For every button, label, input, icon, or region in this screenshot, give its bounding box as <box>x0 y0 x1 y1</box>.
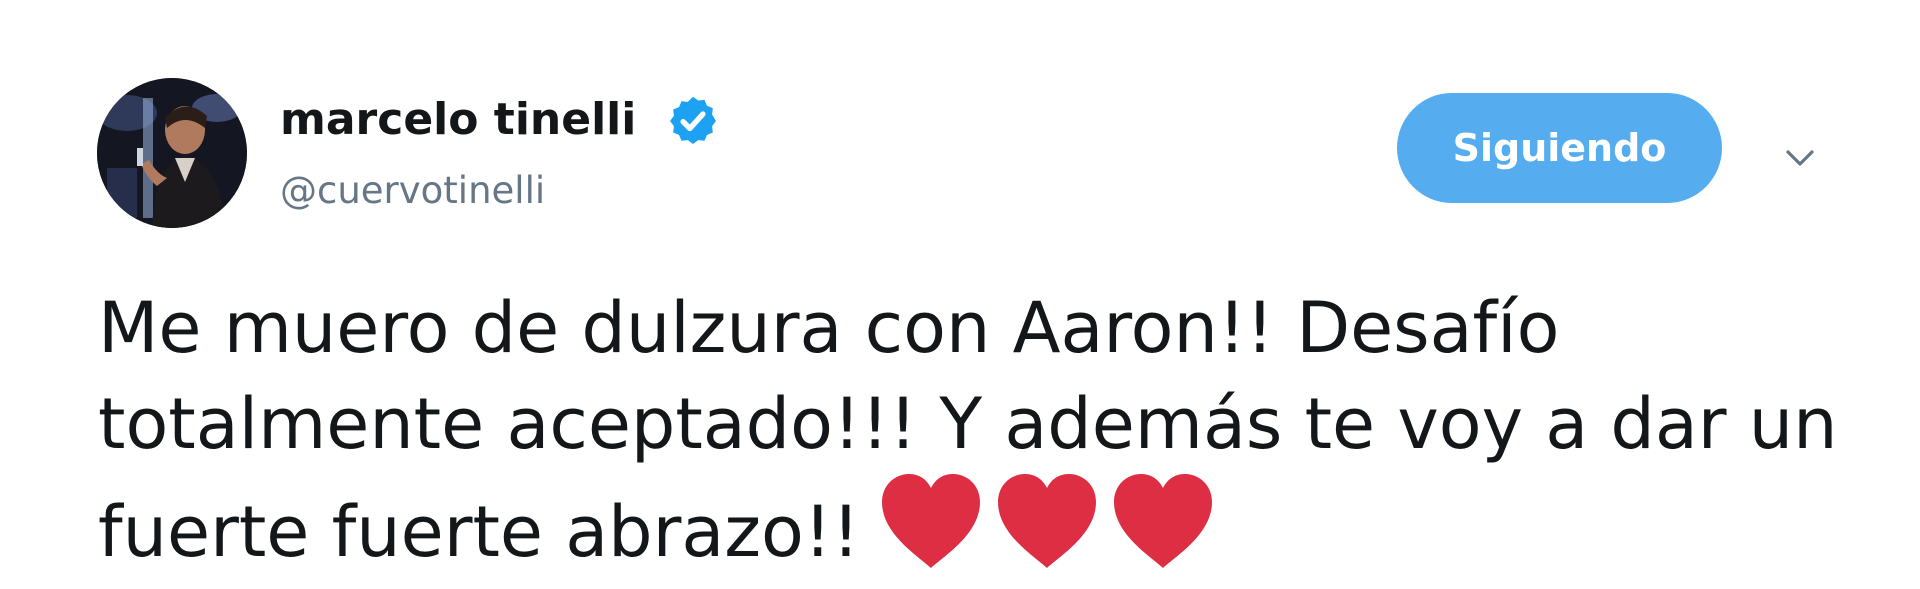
avatar[interactable] <box>97 78 247 228</box>
author-handle[interactable]: @cuervotinelli <box>280 166 545 216</box>
verified-badge-icon <box>670 96 716 144</box>
tweet-text: Me muero de dulzura con Aaron!! Desafío … <box>98 280 1878 589</box>
heart-icon <box>997 474 1096 568</box>
avatar-photo <box>97 78 247 228</box>
following-button[interactable]: Siguiendo <box>1397 93 1722 203</box>
emoji-group <box>878 472 1226 589</box>
tweet-card: marcelo tinelli @cuervotinelli Siguiendo… <box>0 0 1920 589</box>
author-name[interactable]: marcelo tinelli <box>280 90 636 150</box>
heart-icon <box>1113 474 1212 568</box>
chevron-down-icon[interactable] <box>1780 138 1820 178</box>
heart-icon <box>881 474 980 568</box>
